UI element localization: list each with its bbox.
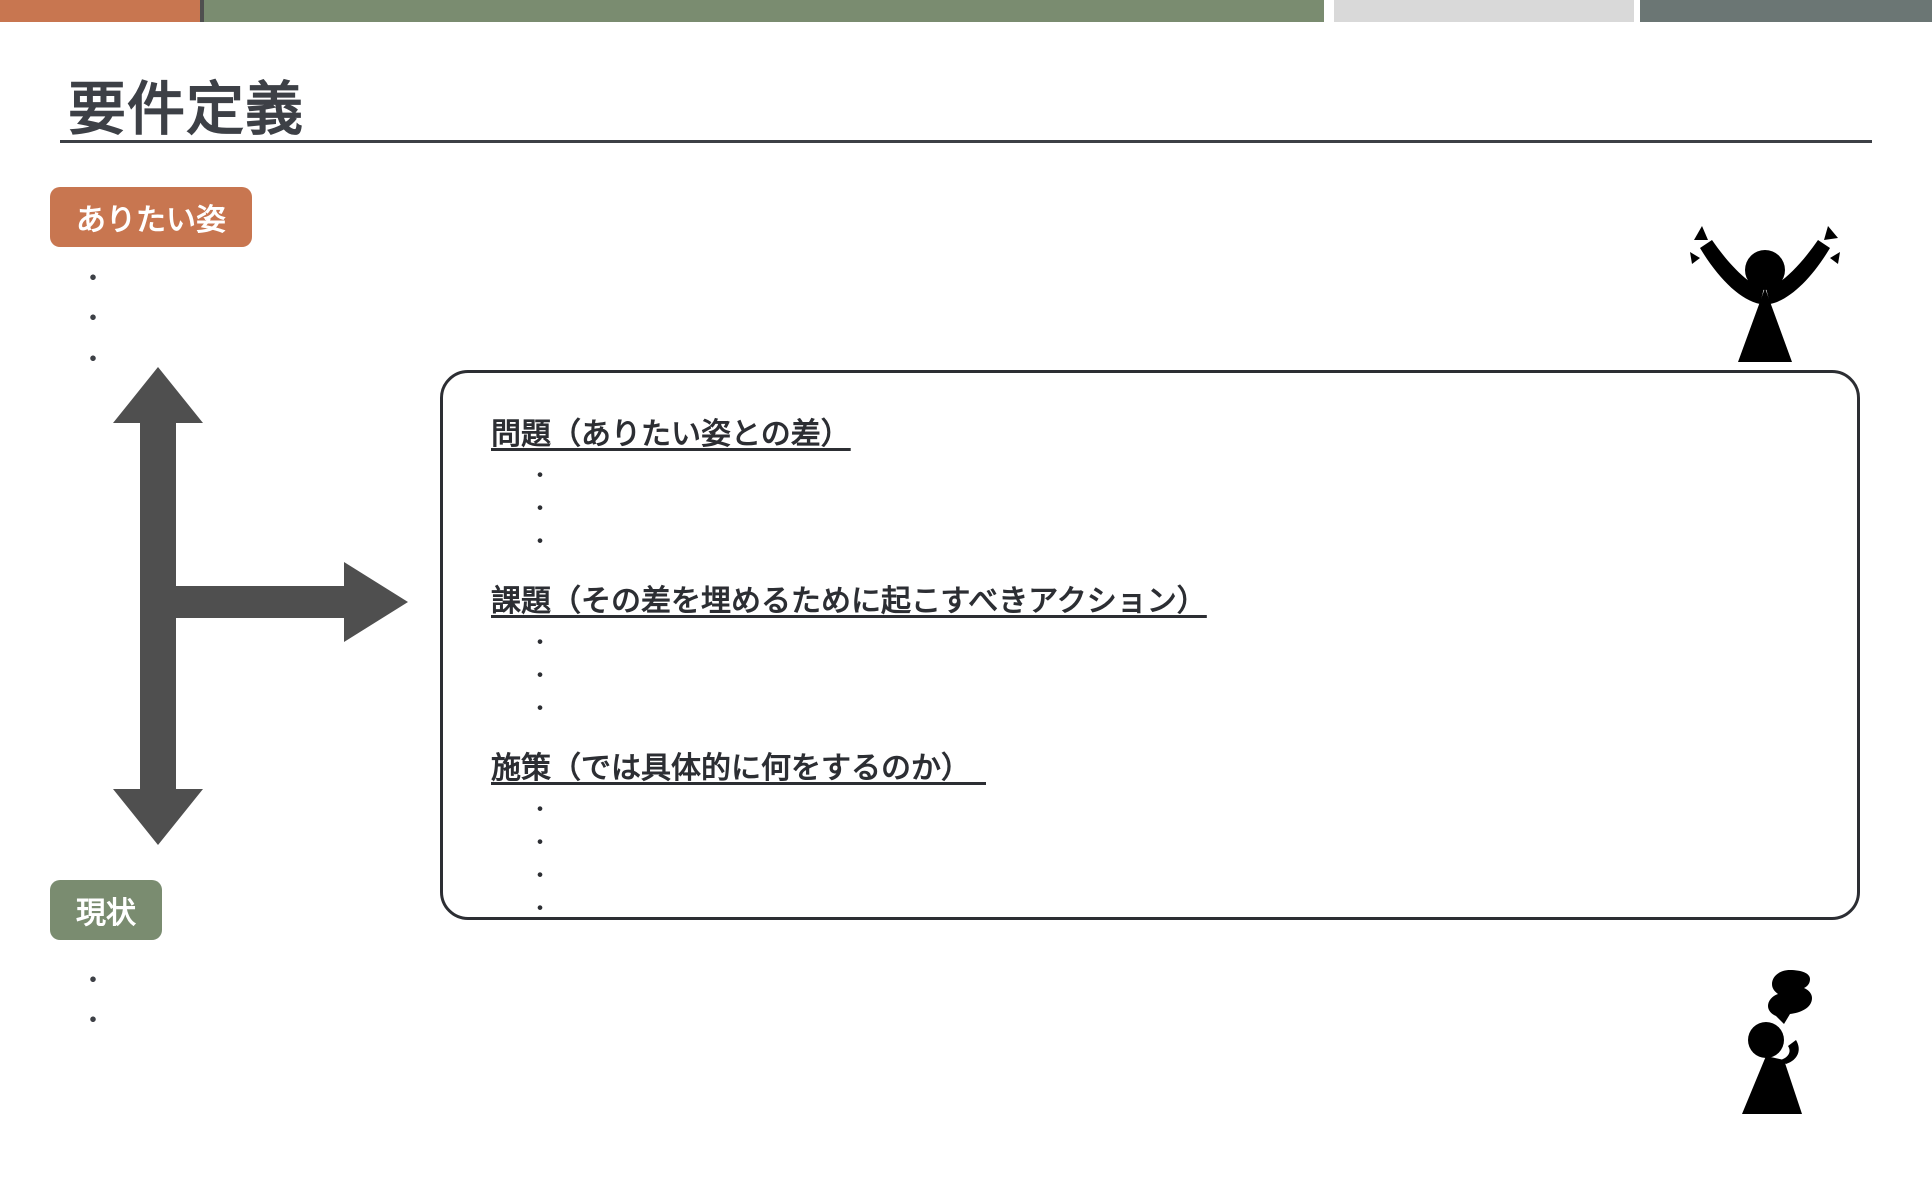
slide-canvas: 要件定義 ありたい姿 ・ ・ ・ 現状 ・ ・ bbox=[0, 22, 1932, 1186]
bullet-item: ・ bbox=[80, 298, 106, 338]
bullet-item: ・ bbox=[80, 258, 106, 298]
bullet-item: ・ bbox=[529, 859, 1809, 892]
arrow-right-icon bbox=[168, 562, 408, 642]
bullet-item: ・ bbox=[529, 626, 1809, 659]
badge-current-state: 現状 bbox=[50, 880, 162, 940]
current-state-bullets: ・ ・ bbox=[80, 960, 106, 1041]
section-title-measure: 施策（では具体的に何をするのか） bbox=[491, 743, 1809, 787]
bullet-item: ・ bbox=[80, 339, 106, 379]
section-title-problem: 問題（ありたい姿との差） bbox=[491, 409, 1809, 453]
bullet-item: ・ bbox=[529, 659, 1809, 692]
slide-title: 要件定義 bbox=[68, 62, 304, 146]
thinking-person-icon bbox=[1702, 964, 1832, 1114]
section-bullets-problem: ・ ・ ・ bbox=[529, 459, 1809, 558]
bullet-item: ・ bbox=[80, 960, 106, 1000]
section-bullets-task: ・ ・ ・ bbox=[529, 626, 1809, 725]
bullet-item: ・ bbox=[529, 793, 1809, 826]
bullet-item: ・ bbox=[529, 892, 1809, 925]
bullet-item: ・ bbox=[529, 492, 1809, 525]
analysis-box: 問題（ありたい姿との差） ・ ・ ・ 課題（その差を埋めるために起こすべきアクシ… bbox=[440, 370, 1860, 920]
bullet-item: ・ bbox=[529, 525, 1809, 558]
bullet-item: ・ bbox=[529, 459, 1809, 492]
title-underline bbox=[60, 140, 1872, 143]
bullet-item: ・ bbox=[529, 692, 1809, 725]
desired-state-bullets: ・ ・ ・ bbox=[80, 258, 106, 379]
top-color-bar bbox=[0, 0, 1932, 22]
badge-desired-state: ありたい姿 bbox=[50, 187, 252, 247]
celebrate-person-icon bbox=[1690, 222, 1840, 362]
bullet-item: ・ bbox=[80, 1000, 106, 1040]
section-title-task: 課題（その差を埋めるために起こすべきアクション） bbox=[491, 576, 1809, 620]
bullet-item: ・ bbox=[529, 826, 1809, 859]
section-bullets-measure: ・ ・ ・ ・ bbox=[529, 793, 1809, 925]
